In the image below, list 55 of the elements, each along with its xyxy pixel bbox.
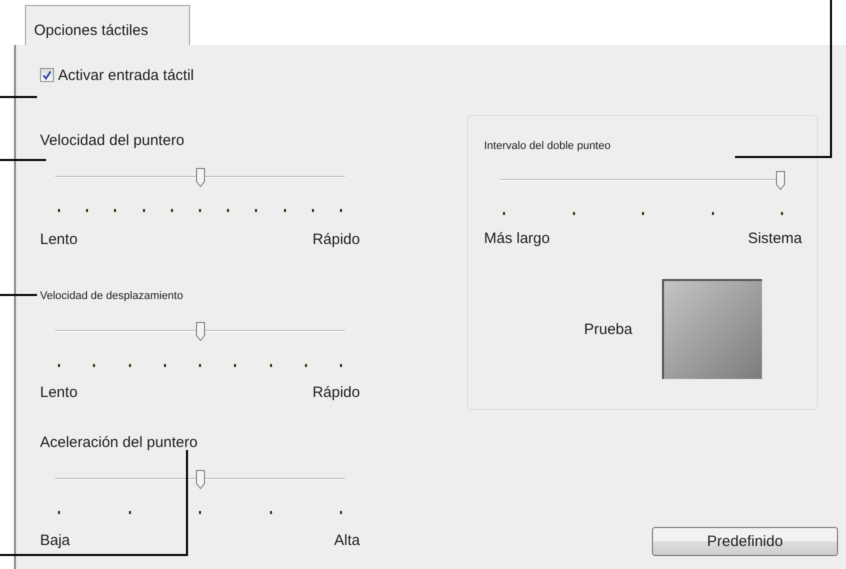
tick-mark: [503, 212, 505, 215]
tick-mark: [270, 511, 272, 514]
tick-mark: [642, 212, 644, 215]
min-label: Baja: [40, 531, 70, 551]
tick-mark: [164, 364, 166, 367]
tick-mark: [58, 364, 60, 367]
tick-mark: [93, 364, 96, 367]
max-label: Rápido: [312, 230, 360, 250]
tick-mark: [270, 364, 272, 367]
tick-mark: [86, 209, 88, 212]
slider-label: Aceleración del puntero: [40, 433, 198, 453]
tick-mark: [199, 364, 201, 367]
tick-mark: [128, 364, 130, 367]
test-area[interactable]: [662, 279, 762, 379]
tick-mark: [58, 209, 60, 212]
max-label: Alta: [334, 531, 360, 551]
slider-label: Intervalo del doble punteo: [484, 139, 611, 153]
tick-mark: [712, 212, 714, 215]
tick-mark: [142, 209, 145, 212]
tick-mark: [199, 511, 201, 514]
tick-mark: [128, 511, 130, 514]
tick-mark: [198, 209, 201, 212]
tick-mark: [572, 212, 574, 215]
checkbox[interactable]: [40, 68, 54, 82]
default-button[interactable]: Predefinido: [652, 527, 838, 556]
tick-mark: [304, 364, 307, 367]
tick-mark: [340, 511, 342, 514]
slider-label: Velocidad de desplazamiento: [40, 289, 184, 303]
min-label: Más largo: [484, 229, 550, 249]
slider-thumb[interactable]: [194, 321, 206, 342]
tick-mark: [234, 364, 236, 367]
tick-mark: [58, 511, 60, 514]
tick-mark: [340, 209, 342, 212]
tick-mark: [340, 364, 342, 367]
tick-mark: [255, 209, 258, 212]
max-label: Rápido: [312, 383, 360, 403]
leader-line: [0, 159, 46, 161]
tick-mark: [114, 209, 116, 212]
leader-line: [0, 294, 37, 296]
slider-thumb[interactable]: [775, 170, 786, 191]
tick-mark: [312, 209, 314, 212]
tick-mark: [227, 209, 230, 212]
tick-mark: [284, 209, 286, 212]
slider-thumb[interactable]: [194, 167, 206, 188]
slider-thumb[interactable]: [194, 469, 206, 490]
max-label: Sistema: [748, 229, 802, 249]
tick-mark: [781, 212, 783, 215]
min-label: Lento: [40, 230, 78, 250]
min-label: Lento: [40, 383, 78, 403]
test-label: Prueba: [584, 320, 632, 338]
tab[interactable]: Opciones táctiles: [25, 5, 190, 45]
tick-mark: [170, 209, 173, 212]
checkbox-label[interactable]: Activar entrada táctil: [58, 66, 194, 84]
leader-line: [0, 96, 37, 98]
slider-label: Velocidad del puntero: [40, 131, 184, 151]
